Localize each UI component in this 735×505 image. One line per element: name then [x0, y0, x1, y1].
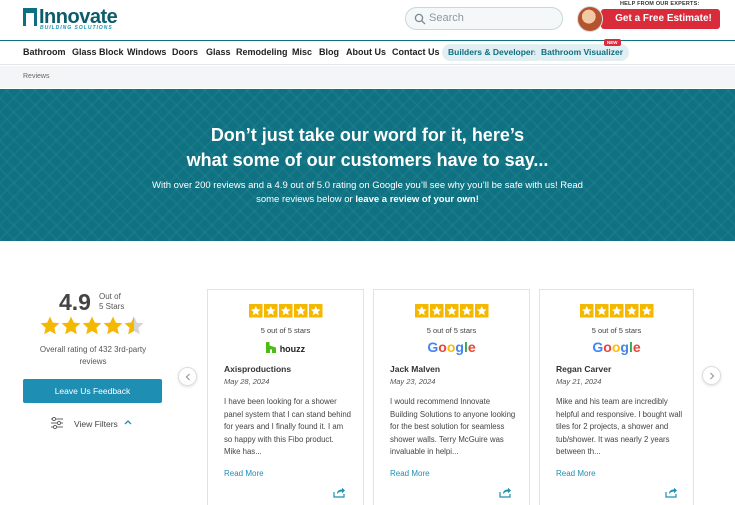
search-placeholder: Search — [429, 12, 464, 24]
hero-subtitle-line1: With over 200 reviews and a 4.9 out of 5… — [152, 180, 583, 191]
review-source: houzz — [279, 344, 306, 354]
rating-stars — [40, 316, 144, 335]
review-stars — [208, 304, 363, 324]
review-card: 5 out of 5 stars Google Jack Malven May … — [373, 289, 530, 505]
review-stars-text: 5 out of 5 stars — [591, 326, 642, 335]
help-text: HELP FROM OUR EXPERTS: — [620, 1, 700, 7]
reviewer-name: Regan Carver — [556, 364, 612, 374]
hero-subtitle-line2: some reviews below or leave a review of … — [0, 194, 735, 205]
chevron-right-icon — [710, 372, 715, 380]
five-stars-icon — [248, 304, 322, 318]
leave-review-link[interactable]: leave a review of your own! — [355, 194, 479, 205]
google-logo: Google — [427, 339, 476, 355]
filter-sliders-icon — [51, 417, 63, 429]
breadcrumb-current: Reviews — [23, 73, 50, 80]
expert-avatar — [577, 6, 603, 32]
review-date: May 23, 2024 — [390, 377, 436, 386]
share-icon[interactable] — [499, 487, 512, 498]
chevron-left-icon — [185, 373, 190, 381]
view-filters-label: View Filters — [74, 419, 118, 429]
view-filters-toggle[interactable]: View Filters — [50, 417, 140, 431]
star-icon — [103, 316, 123, 335]
hero-banner: Don’t just take our word for it, here’s … — [0, 89, 735, 241]
review-stars-text: 5 out of 5 stars — [260, 326, 311, 335]
out-of-line2: 5 Stars — [99, 302, 125, 311]
nav-about-us[interactable]: About Us — [346, 47, 386, 57]
main-nav: Bathroom Glass Block Windows Doors Glass… — [0, 40, 735, 65]
overall-rating-text: Overall rating of 432 3rd-party reviews — [22, 344, 164, 368]
chevron-up-icon — [124, 420, 132, 425]
search-input[interactable]: Search — [405, 7, 563, 30]
reviewer-name: Axisproductions — [224, 364, 292, 374]
five-stars-icon — [579, 304, 653, 318]
breadcrumb: Reviews — [0, 66, 735, 88]
read-more-link[interactable]: Read More — [390, 469, 430, 478]
star-icon — [40, 316, 60, 335]
review-text: Mike and his team are incredibly helpful… — [556, 397, 683, 456]
new-badge: NEW — [604, 39, 621, 46]
site-header: Innovate BUILDING SOLUTIONS Search HELP … — [0, 0, 735, 40]
read-more-link[interactable]: Read More — [224, 469, 264, 478]
rating-value: 4.9 — [59, 289, 91, 315]
overall-line2: reviews — [79, 357, 107, 366]
hero-title-line1: Don’t just take our word for it, here’s — [210, 125, 525, 145]
review-card: 5 out of 5 stars Google Regan Carver May… — [539, 289, 694, 505]
hero-subtitle-text: some reviews below or — [256, 194, 356, 205]
review-stars — [540, 304, 693, 324]
review-date: May 28, 2024 — [224, 377, 270, 386]
logo[interactable]: Innovate BUILDING SOLUTIONS — [23, 6, 118, 32]
carousel-prev-button[interactable] — [178, 367, 197, 386]
review-text: I would recommend Innovate Building Solu… — [390, 397, 516, 456]
review-text: I have been looking for a shower panel s… — [224, 397, 351, 456]
houzz-icon — [265, 342, 276, 353]
nav-misc[interactable]: Misc — [292, 47, 312, 57]
review-stars-text: 5 out of 5 stars — [426, 326, 477, 335]
share-icon[interactable] — [333, 487, 346, 498]
nav-glass[interactable]: Glass — [206, 47, 231, 57]
star-icon — [82, 316, 102, 335]
nav-windows[interactable]: Windows — [127, 47, 166, 57]
hero-title-line2: what some of our customers have to say..… — [186, 150, 549, 170]
reviewer-name: Jack Malven — [390, 364, 441, 374]
logo-tagline: BUILDING SOLUTIONS — [40, 25, 113, 31]
search-icon — [414, 13, 426, 25]
carousel-next-button[interactable] — [702, 366, 721, 385]
leave-feedback-button[interactable]: Leave Us Feedback — [23, 379, 162, 403]
free-estimate-button[interactable]: Get a Free Estimate! — [601, 9, 720, 29]
nav-bathroom[interactable]: Bathroom — [23, 47, 66, 57]
review-date: May 21, 2024 — [556, 377, 602, 386]
rating-summary: 4.9 Out of 5 Stars Overall rating of 432… — [22, 289, 164, 439]
nav-glass-block[interactable]: Glass Block — [72, 47, 124, 57]
review-card: 5 out of 5 stars houzz Axisproductions M… — [207, 289, 364, 505]
nav-remodeling[interactable]: Remodeling — [236, 47, 288, 57]
star-icon — [61, 316, 81, 335]
nav-bathroom-visualizer[interactable]: Bathroom Visualizer — [535, 44, 630, 61]
nav-blog[interactable]: Blog — [319, 47, 339, 57]
rating-out-of: Out of 5 Stars — [99, 292, 139, 312]
five-stars-icon — [414, 304, 488, 318]
share-icon[interactable] — [665, 487, 678, 498]
nav-contact-us[interactable]: Contact Us — [392, 47, 440, 57]
out-of-line1: Out of — [99, 292, 121, 301]
nav-doors[interactable]: Doors — [172, 47, 198, 57]
half-star-icon — [124, 316, 144, 335]
review-stars — [374, 304, 529, 324]
logo-mark-icon — [23, 8, 37, 26]
read-more-link[interactable]: Read More — [556, 469, 596, 478]
google-logo: Google — [592, 339, 641, 355]
overall-line1: Overall rating of 432 3rd-party — [39, 345, 147, 354]
houzz-logo: houzz — [208, 339, 363, 355]
nav-builders-developers[interactable]: Builders & Developers — [442, 44, 545, 61]
